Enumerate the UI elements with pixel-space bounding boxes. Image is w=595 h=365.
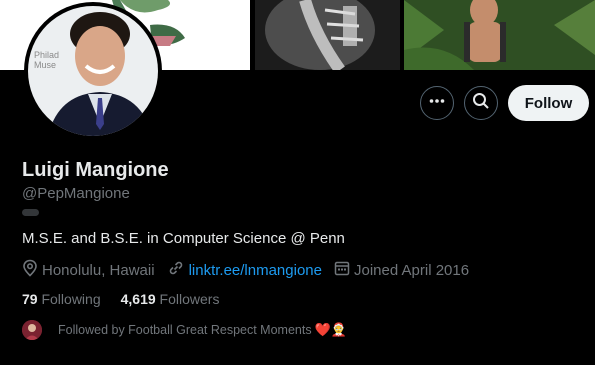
location-item: Honolulu, Hawaii: [22, 259, 155, 281]
following-count: 79: [22, 291, 38, 307]
more-icon: [428, 92, 446, 115]
joined-text: Joined April 2016: [353, 261, 470, 279]
banner-photo-hiking[interactable]: [404, 0, 595, 70]
followed-by-row[interactable]: Followed by Football Great Respect Momen…: [22, 320, 347, 340]
joined-item: Joined April 2016: [334, 260, 469, 280]
location-text: Honolulu, Hawaii: [42, 261, 155, 279]
follow-button[interactable]: Follow: [508, 85, 589, 121]
banner-photo-xray[interactable]: [255, 0, 400, 70]
follower-avatar[interactable]: [22, 320, 42, 340]
display-name: Luigi Mangione: [22, 159, 169, 181]
website-link[interactable]: linktr.ee/lnmangione: [189, 262, 322, 279]
website-item[interactable]: linktr.ee/lnmangione: [167, 259, 322, 281]
following-stat[interactable]: 79 Following: [22, 291, 101, 307]
handle-badge: [22, 209, 39, 216]
followed-by-emoji: ❤️🤶: [314, 322, 347, 337]
follow-stats: 79 Following 4,619 Followers: [22, 291, 239, 307]
profile-meta: Honolulu, Hawaii linktr.ee/lnmangione Jo…: [22, 259, 481, 281]
svg-text:Muse: Muse: [34, 60, 56, 70]
user-handle: @PepMangione: [22, 185, 130, 202]
link-icon: [167, 259, 189, 281]
following-label: Following: [41, 291, 101, 307]
followed-by-text: Followed by Football Great Respect Momen…: [58, 323, 312, 337]
location-pin-icon: [22, 259, 42, 281]
followers-label: Followers: [159, 291, 220, 307]
followers-count: 4,619: [120, 291, 156, 307]
profile-avatar[interactable]: Philad Muse: [24, 2, 162, 140]
profile-bio: M.S.E. and B.S.E. in Computer Science @ …: [22, 230, 345, 247]
search-button[interactable]: [464, 86, 498, 120]
svg-text:Philad: Philad: [34, 50, 59, 60]
search-icon: [472, 92, 490, 115]
avatar-image: Philad Muse: [28, 6, 158, 136]
more-button[interactable]: [420, 86, 454, 120]
calendar-icon: [334, 260, 354, 280]
followers-stat[interactable]: 4,619 Followers: [121, 291, 220, 307]
